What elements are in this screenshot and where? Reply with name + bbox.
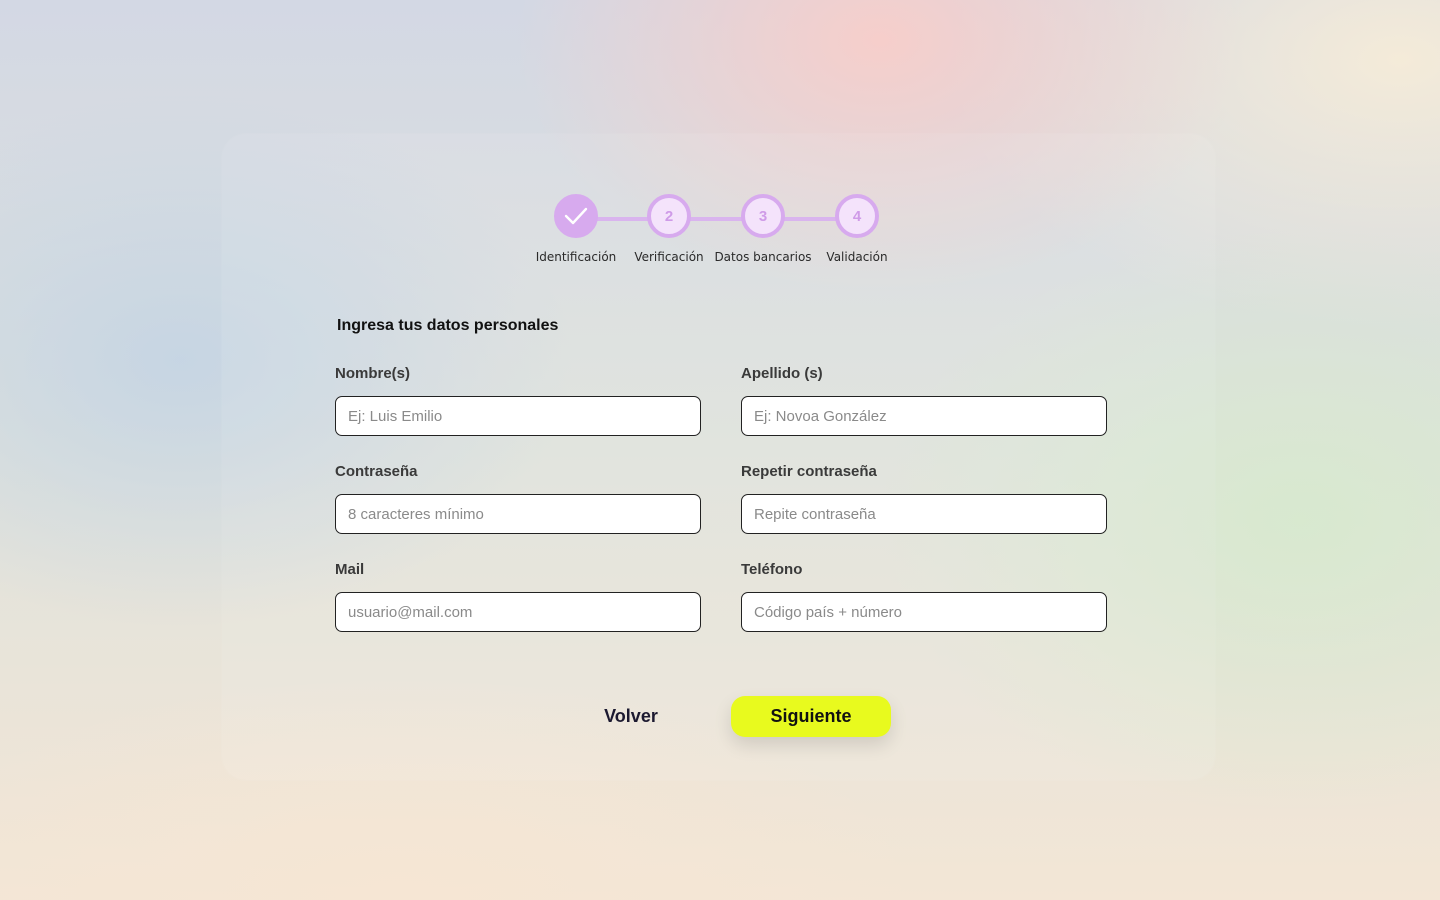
phone-input[interactable] — [741, 592, 1107, 632]
step-circle-completed — [554, 194, 598, 238]
telefono-label: Teléfono — [741, 561, 803, 578]
back-button[interactable]: Volver — [571, 696, 691, 736]
step-circle-number: 2 — [647, 194, 691, 238]
password-input[interactable] — [335, 494, 701, 534]
step-validacion[interactable]: 4 Validación — [802, 194, 912, 264]
apellido-input[interactable] — [741, 396, 1107, 436]
step-circle-number: 3 — [741, 194, 785, 238]
confirm-password-input[interactable] — [741, 494, 1107, 534]
apellido-label: Apellido (s) — [741, 365, 823, 382]
step-label: Validación — [826, 250, 888, 264]
nombre-label: Nombre(s) — [335, 365, 411, 382]
telefono-field-group: Teléfono — [741, 560, 1107, 632]
next-button[interactable]: Siguiente — [731, 696, 891, 737]
nombre-input[interactable] — [335, 396, 701, 436]
repetir-label: Repetir contraseña — [741, 463, 877, 480]
step-circle-number: 4 — [835, 194, 879, 238]
mail-field-group: Mail — [335, 560, 701, 632]
mail-label: Mail — [335, 561, 365, 578]
email-input[interactable] — [335, 592, 701, 632]
check-icon — [564, 207, 588, 225]
repetir-field-group: Repetir contraseña — [741, 462, 1107, 534]
progress-stepper: Identificación 2 Verificación 3 Datos ba… — [222, 194, 1215, 284]
form-title: Ingresa tus datos personales — [337, 317, 559, 334]
contrasena-field-group: Contraseña — [335, 462, 701, 534]
nombre-field-group: Nombre(s) — [335, 364, 701, 436]
contrasena-label: Contraseña — [335, 463, 418, 480]
apellido-field-group: Apellido (s) — [741, 364, 1107, 436]
